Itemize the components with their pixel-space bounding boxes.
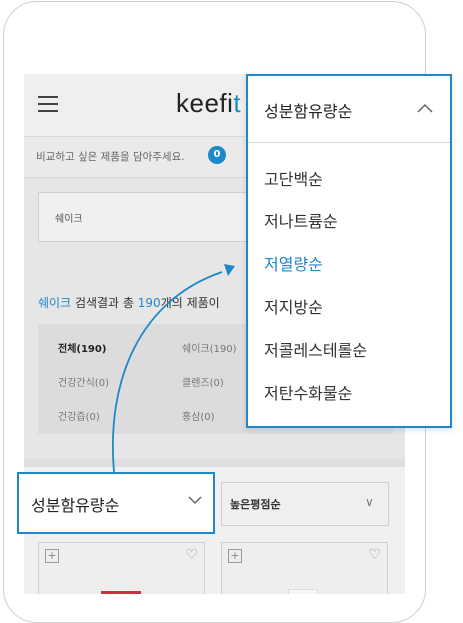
chevron-up-icon <box>417 103 433 113</box>
sort-dropdown: 성분함유량순 고단백순 저나트륨순 저열량순 저지방순 저콜레스테롤순 저탄수화… <box>246 74 452 428</box>
sort-option[interactable]: 고단백순 <box>264 166 323 190</box>
product-image <box>101 591 141 594</box>
sort-option[interactable]: 저콜레스테롤순 <box>264 337 367 361</box>
product-image <box>288 589 318 594</box>
sort-select[interactable]: 성분함유량순 <box>17 472 215 534</box>
sort-option[interactable]: 저탄수화물순 <box>264 380 352 404</box>
sort-option[interactable]: 저나트륨순 <box>264 208 338 232</box>
sort-option[interactable]: 저지방순 <box>264 294 323 318</box>
arrow-head-icon <box>224 264 235 276</box>
chevron-down-icon <box>188 496 202 505</box>
sort-option-selected[interactable]: 저열량순 <box>264 251 323 275</box>
sort-dropdown-header-label: 성분함유량순 <box>264 102 353 121</box>
sort-select-label: 성분함유량순 <box>31 496 120 515</box>
sort-dropdown-header[interactable]: 성분함유량순 <box>248 76 450 143</box>
